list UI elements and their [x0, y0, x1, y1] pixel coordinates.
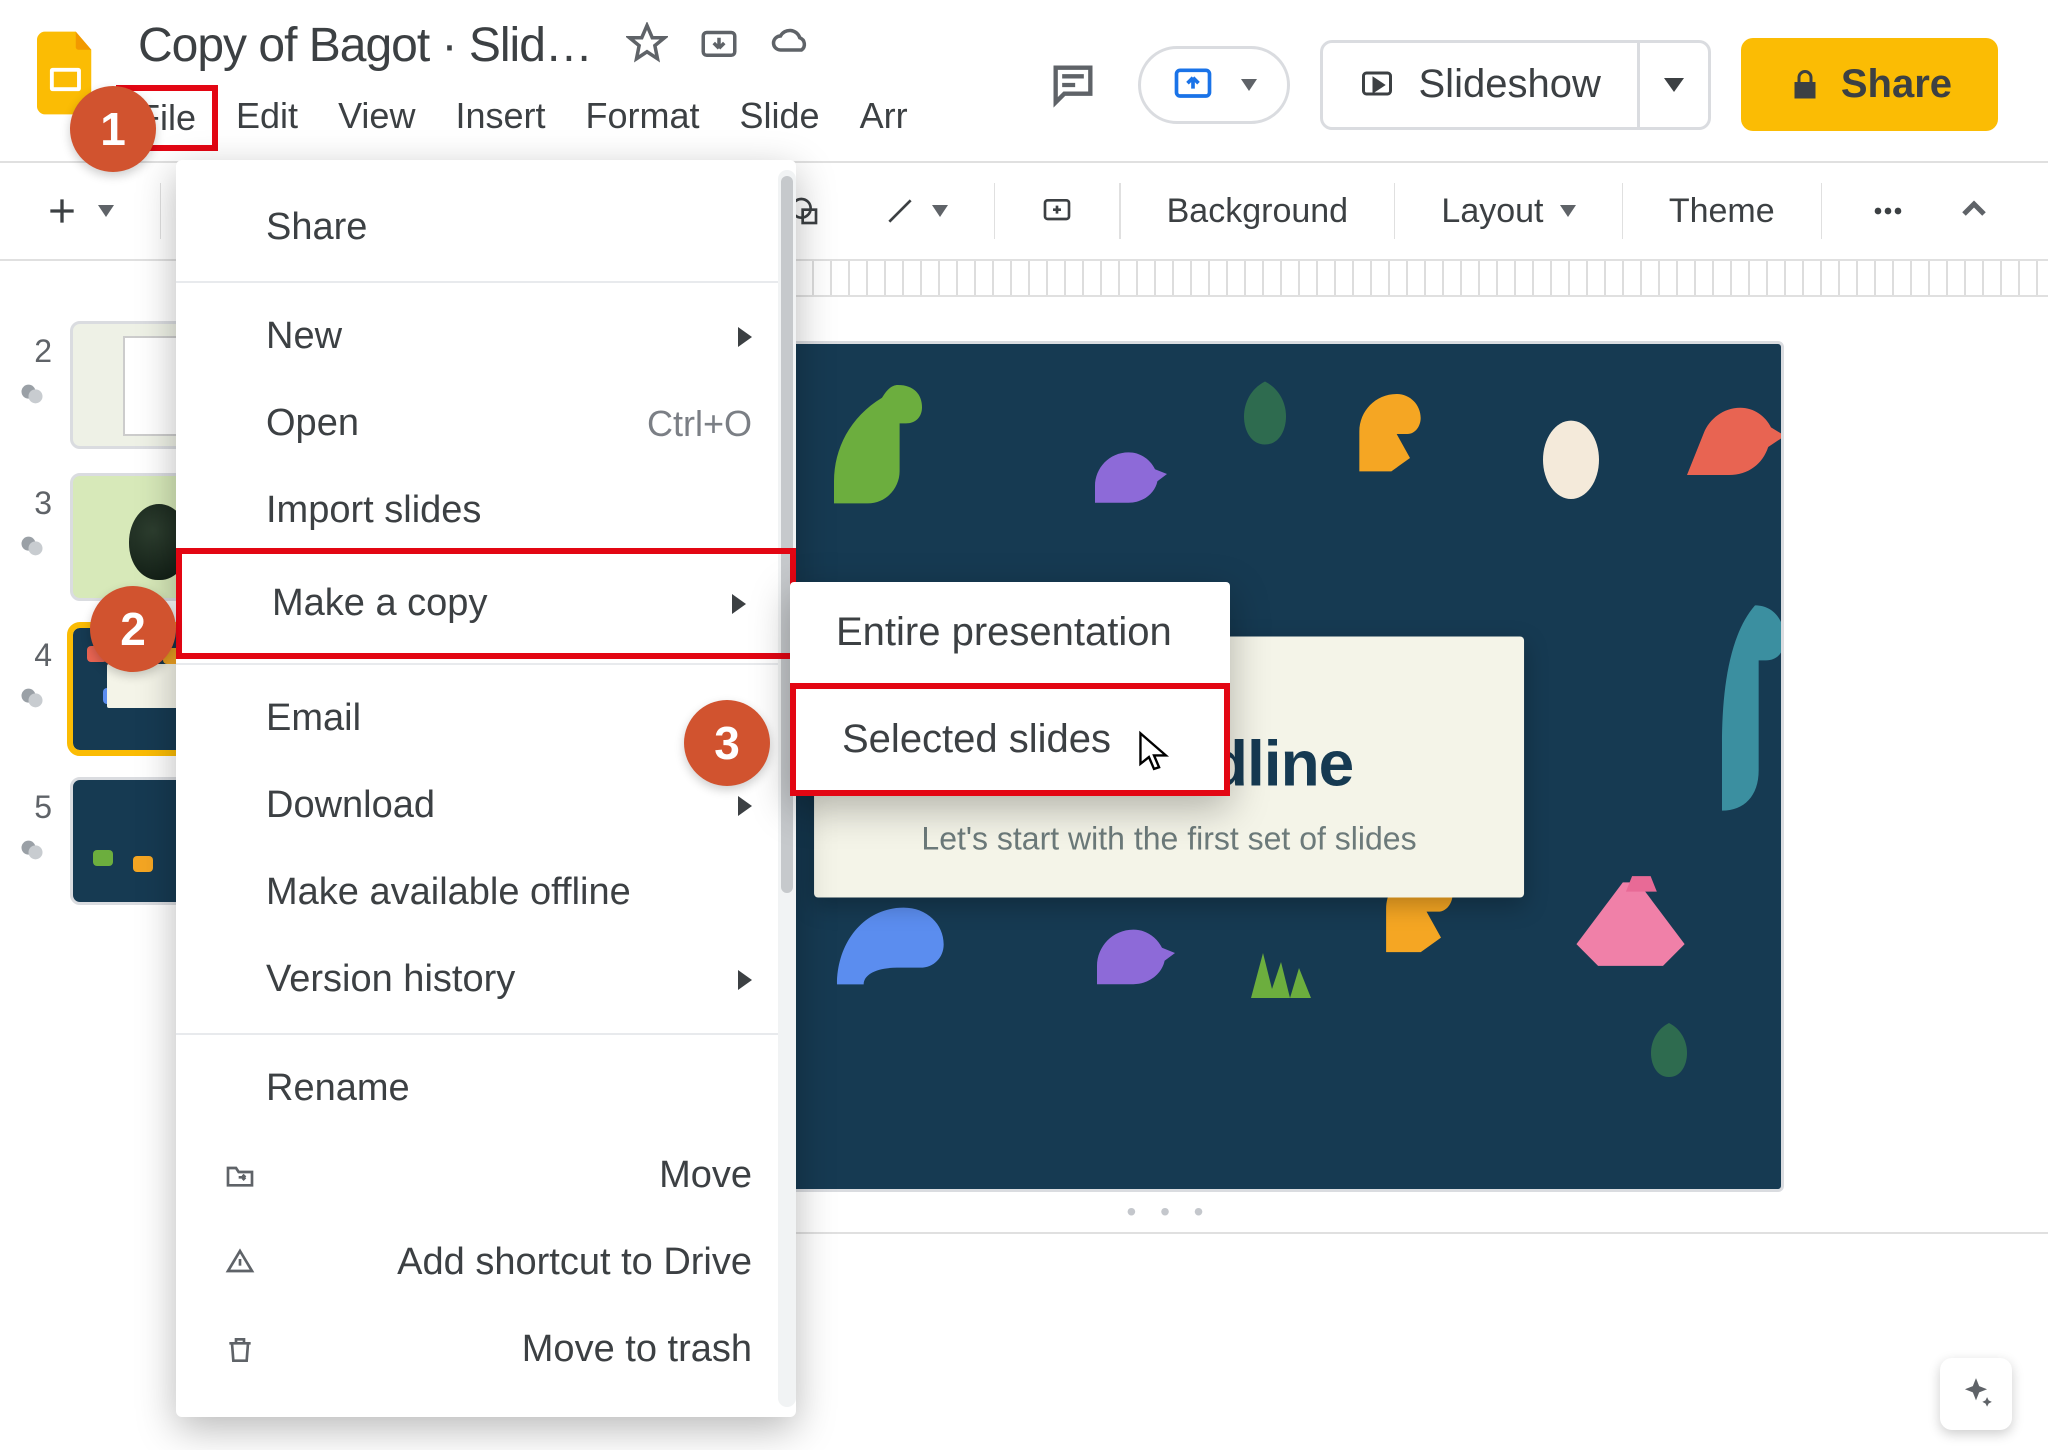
chevron-down-icon [932, 205, 948, 217]
menu-item-make-copy[interactable]: Make a copy [176, 548, 796, 659]
menu-item-new[interactable]: New [176, 293, 796, 380]
menu-format[interactable]: Format [586, 95, 700, 141]
menu-item-rename[interactable]: Rename [176, 1045, 796, 1132]
move-folder-icon[interactable] [698, 22, 740, 69]
annotation-badge: 2 [90, 586, 176, 672]
separator [994, 183, 995, 239]
comment-add-button[interactable] [1023, 185, 1091, 237]
layout-button[interactable]: Layout [1423, 182, 1593, 241]
menu-view[interactable]: View [338, 95, 415, 141]
comments-icon[interactable] [1038, 50, 1108, 120]
separator [1622, 183, 1623, 239]
menu-item-shortcut[interactable]: Add shortcut to Drive [176, 1219, 796, 1306]
menu-item-share[interactable]: Share [176, 184, 796, 271]
menu-item-trash[interactable]: Move to trash [176, 1306, 796, 1393]
explore-button[interactable] [1940, 1358, 2012, 1430]
menu-item-version[interactable]: Version history [176, 936, 796, 1023]
header-actions: Slideshow Share [1038, 18, 2029, 131]
menu-edit[interactable]: Edit [236, 95, 298, 141]
drag-dots-icon: • • • [1127, 1196, 1212, 1228]
separator [160, 183, 161, 239]
menu-arrange[interactable]: Arr [860, 95, 908, 141]
share-label: Share [1841, 62, 1952, 107]
folder-icon [224, 1160, 260, 1192]
thumbnail-number: 2 [12, 321, 52, 370]
title-area: Copy of Bagot · Slid… File Edit View Ins… [138, 18, 1008, 141]
chevron-right-icon [738, 970, 752, 990]
chevron-down-icon [1241, 79, 1257, 91]
chevron-down-icon [1664, 78, 1684, 92]
drive-shortcut-icon [224, 1247, 260, 1279]
transition-icon [18, 532, 46, 560]
separator [176, 1033, 796, 1035]
thumbnail-number: 5 [12, 777, 52, 826]
menu-item-offline[interactable]: Make available offline [176, 849, 796, 936]
background-button[interactable]: Background [1149, 182, 1366, 241]
trash-icon [224, 1334, 260, 1366]
thumbnail-number: 3 [12, 473, 52, 522]
menu-slide[interactable]: Slide [740, 95, 820, 141]
new-slide-button[interactable] [24, 181, 132, 241]
chevron-down-icon [98, 205, 114, 217]
submenu-item-entire[interactable]: Entire presentation [790, 582, 1230, 683]
annotation-badge: 1 [70, 86, 156, 172]
menu-insert[interactable]: Insert [455, 95, 545, 141]
chevron-right-icon [738, 327, 752, 347]
chevron-down-icon [1560, 205, 1576, 217]
separator [176, 663, 796, 665]
more-button[interactable] [1850, 181, 1926, 241]
separator [1821, 183, 1822, 239]
menu-item-move[interactable]: Move [176, 1132, 796, 1219]
transition-icon [18, 836, 46, 864]
transition-icon [18, 380, 46, 408]
annotation-badge: 3 [684, 700, 770, 786]
separator [176, 281, 796, 283]
present-button[interactable] [1138, 46, 1290, 124]
mouse-cursor-icon [1136, 730, 1172, 779]
menubar: File Edit View Insert Format Slide Arr [138, 95, 1008, 141]
slideshow-dropdown[interactable] [1637, 43, 1708, 127]
file-menu-dropdown: Share New OpenCtrl+O Import slides Make … [176, 160, 796, 1417]
slideshow-button[interactable]: Slideshow [1320, 40, 1711, 130]
separator [1394, 183, 1395, 239]
line-button[interactable] [866, 185, 966, 237]
transition-icon [18, 684, 46, 712]
app-header: Copy of Bagot · Slid… File Edit View Ins… [0, 0, 2048, 141]
collapse-toolbar-button[interactable] [1954, 189, 2024, 234]
menu-item-open[interactable]: OpenCtrl+O [176, 380, 796, 467]
share-button[interactable]: Share [1741, 38, 1998, 131]
menu-item-import[interactable]: Import slides [176, 467, 796, 554]
cloud-status-icon[interactable] [770, 22, 812, 69]
star-icon[interactable] [626, 22, 668, 69]
thumbnail-number: 4 [12, 625, 52, 674]
theme-button[interactable]: Theme [1651, 182, 1793, 241]
document-title[interactable]: Copy of Bagot · Slid… [138, 18, 592, 73]
separator [1119, 183, 1120, 239]
slideshow-label: Slideshow [1419, 62, 1601, 107]
chevron-right-icon [738, 796, 752, 816]
slide-subtitle: Let's start with the first set of slides [874, 820, 1464, 857]
chevron-right-icon [732, 594, 746, 614]
